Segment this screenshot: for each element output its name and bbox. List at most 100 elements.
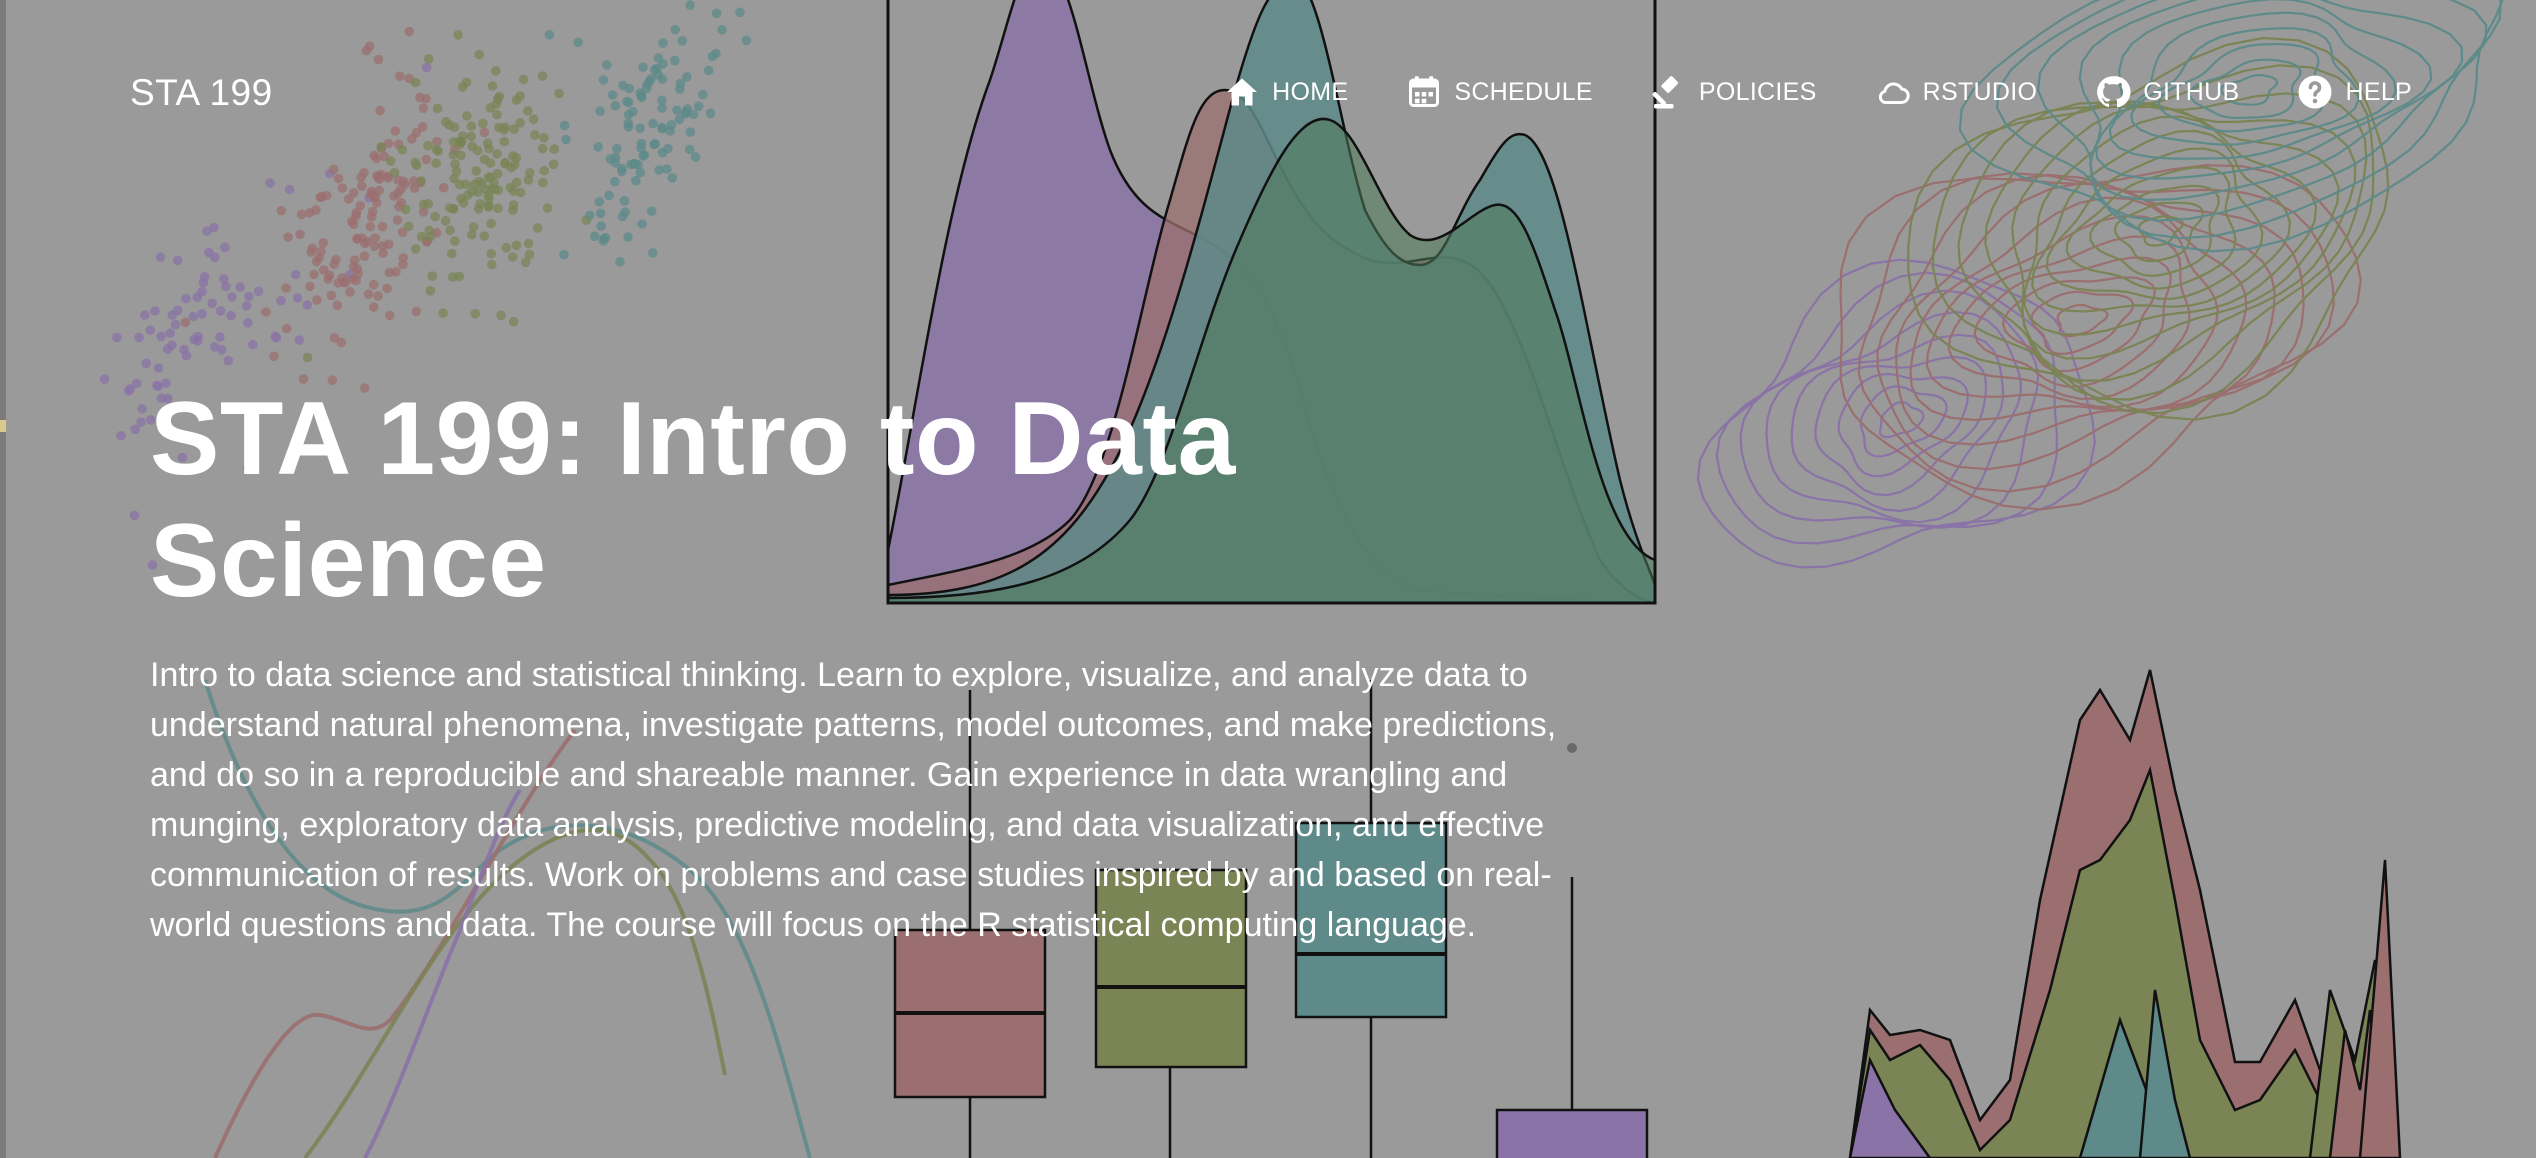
scatter-point	[499, 125, 509, 135]
scatter-point	[711, 8, 722, 19]
scatter-point	[662, 164, 672, 174]
scatter-point	[646, 206, 657, 216]
nav-schedule-link[interactable]: SCHEDULE	[1406, 74, 1593, 110]
scatter-point	[346, 216, 357, 227]
scatter-point	[221, 281, 231, 292]
scatter-point	[370, 233, 381, 243]
scatter-point	[644, 76, 655, 87]
scatter-point	[427, 271, 438, 281]
scatter-point	[312, 295, 322, 305]
scatter-point	[384, 310, 395, 321]
scatter-point	[735, 7, 745, 18]
nav-schedule-label: SCHEDULE	[1454, 77, 1593, 106]
nav-policies-link[interactable]: POLICIES	[1651, 74, 1817, 110]
scatter-point	[484, 194, 494, 204]
scatter-point	[447, 248, 457, 259]
scatter-point	[584, 210, 595, 221]
scatter-point	[539, 133, 549, 143]
scatter-point	[130, 424, 140, 435]
site-brand-link[interactable]: STA 199	[130, 72, 273, 114]
scatter-point	[306, 247, 316, 257]
nav-help-link[interactable]: HELP	[2297, 74, 2412, 110]
scatter-point	[445, 225, 455, 236]
scatter-point	[400, 204, 411, 215]
scatter-point	[602, 60, 612, 70]
scatter-point	[326, 290, 337, 301]
scatter-point	[352, 233, 363, 244]
nav-home-link[interactable]: HOME	[1224, 74, 1348, 110]
scatter-point	[243, 318, 253, 328]
scatter-point	[548, 159, 559, 170]
scatter-point	[129, 510, 140, 521]
scatter-point	[670, 24, 680, 35]
scatter-point	[411, 160, 422, 171]
scatter-point	[375, 105, 386, 116]
scatter-point	[460, 179, 471, 190]
scatter-point	[333, 173, 344, 184]
scatter-point	[685, 127, 696, 137]
scatter-point	[409, 183, 420, 193]
nav-policies-label: POLICIES	[1698, 77, 1817, 106]
scatter-point	[615, 257, 625, 267]
scatter-point	[374, 185, 384, 196]
scatter-point	[431, 158, 441, 168]
scatter-point	[389, 191, 399, 201]
scatter-point	[491, 66, 501, 76]
scatter-point	[99, 374, 110, 384]
scatter-point	[741, 35, 752, 46]
scatter-point	[508, 200, 519, 210]
scatter-point	[125, 384, 136, 394]
scatter-point	[150, 306, 160, 316]
scatter-point	[210, 252, 220, 263]
scatter-point	[457, 131, 468, 141]
calendar-icon	[1409, 76, 1440, 107]
scatter-point	[432, 103, 443, 114]
scatter-point	[636, 138, 647, 149]
scatter-point	[248, 339, 258, 350]
scatter-point	[508, 252, 518, 262]
scatter-point	[207, 298, 217, 309]
scatter-point	[604, 190, 614, 201]
scatter-point	[276, 205, 287, 216]
scatter-point	[474, 49, 485, 60]
scatter-point	[515, 118, 525, 128]
scatter-point	[658, 38, 668, 48]
scatter-point	[359, 251, 370, 261]
scatter-point	[284, 184, 295, 195]
scatter-point	[690, 152, 701, 162]
home-icon	[1227, 78, 1258, 106]
scatter-point	[398, 176, 409, 186]
scatter-point	[657, 147, 668, 158]
scatter-point	[532, 223, 543, 233]
scatter-point	[594, 197, 605, 207]
scatter-point	[623, 232, 633, 242]
window-edge-marker	[0, 420, 6, 432]
scatter-point	[404, 26, 415, 37]
nav-rstudio-label: RSTUDIO	[1922, 77, 2038, 106]
scatter-point	[389, 167, 400, 178]
scatter-point	[657, 74, 668, 84]
scatter-point	[537, 71, 548, 81]
area-plot-art	[1848, 669, 2402, 1158]
scatter-point	[424, 54, 434, 64]
nav-github-link[interactable]: GITHUB	[2095, 74, 2239, 110]
scatter-point	[137, 404, 147, 414]
scatter-point	[525, 168, 535, 178]
contour-line	[1958, 0, 2504, 253]
scatter-point	[373, 291, 383, 301]
scatter-point	[648, 248, 658, 258]
scatter-point	[542, 203, 553, 213]
scatter-point	[698, 89, 708, 100]
scatter-point	[492, 149, 502, 159]
scatter-point	[281, 283, 291, 293]
scatter-point	[523, 106, 533, 116]
scatter-point	[318, 238, 329, 248]
scatter-point	[487, 259, 497, 270]
scatter-point	[223, 355, 234, 366]
scatter-point	[134, 332, 144, 343]
nav-rstudio-link[interactable]: RSTUDIO	[1875, 74, 2038, 110]
scatter-point	[271, 333, 282, 343]
scatter-point	[441, 117, 451, 127]
nav-github-label: GITHUB	[2143, 77, 2240, 106]
scatter-point	[283, 232, 293, 242]
